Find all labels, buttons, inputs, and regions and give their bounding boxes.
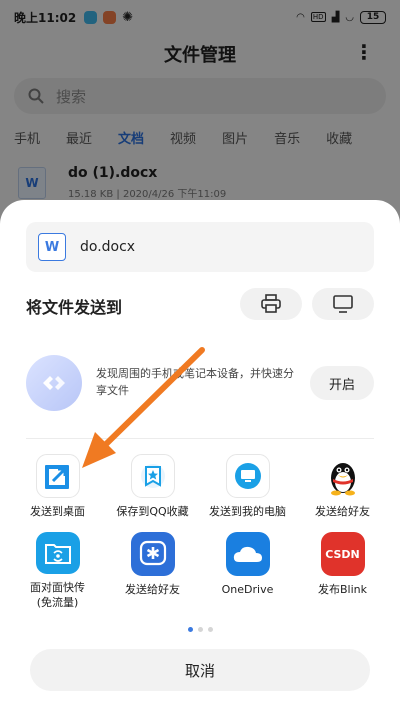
page-dot <box>207 627 213 632</box>
word-doc-icon: W <box>38 233 66 261</box>
nearby-share-row: 发现周围的手机或笔记本设备，并快速分享文件 开启 <box>26 355 374 411</box>
share-target-label: 发送到我的电脑 <box>209 505 286 518</box>
face-to-face-transfer-icon <box>35 532 80 574</box>
share-targets-grid: 发送到桌面 保存到QQ收藏 发送到我的电脑 发送给好友 面对面快传 (免流量) … <box>10 454 390 610</box>
share-targets-row: 发送到桌面 保存到QQ收藏 发送到我的电脑 发送给好友 <box>10 454 390 532</box>
share-target-tim-friend[interactable]: 发送给好友 <box>105 532 200 610</box>
page-indicator <box>0 627 400 632</box>
share-target-send-to-desktop[interactable]: 发送到桌面 <box>10 454 105 532</box>
tim-icon <box>130 532 175 576</box>
share-target-qq-friend[interactable]: 发送给好友 <box>295 454 390 532</box>
share-target-label: 发送给好友 <box>315 505 370 518</box>
share-target-label: 发送到桌面 <box>30 505 85 518</box>
divider <box>26 438 374 439</box>
share-target-label: 保存到QQ收藏 <box>116 505 189 518</box>
share-targets-row: 面对面快传 (免流量) 发送给好友 OneDrive CSDN 发布Blink <box>10 532 390 610</box>
share-target-label: 发送给好友 <box>125 583 180 596</box>
share-sheet: W do.docx 将文件发送到 发现周围的手机或笔记本设备，并快速分享文件 开… <box>0 200 400 711</box>
page-dot <box>197 627 203 632</box>
shared-file-name: do.docx <box>80 239 136 255</box>
enable-nearby-button[interactable]: 开启 <box>310 366 374 400</box>
my-computer-icon <box>225 454 270 498</box>
share-target-face-to-face[interactable]: 面对面快传 (免流量) <box>10 532 105 610</box>
shared-file-card: W do.docx <box>26 222 374 272</box>
share-target-label: OneDrive <box>221 583 274 596</box>
share-target-label: 发布Blink <box>317 583 367 596</box>
qq-penguin-icon <box>321 454 365 498</box>
monitor-icon <box>333 295 353 313</box>
qq-favorites-icon <box>130 454 175 498</box>
csdn-logo-text: CSDN <box>325 547 360 561</box>
print-button[interactable] <box>240 288 302 320</box>
send-to-desktop-icon <box>35 454 80 498</box>
cast-to-screen-button[interactable] <box>312 288 374 320</box>
nearby-share-description: 发现周围的手机或笔记本设备，并快速分享文件 <box>96 367 294 397</box>
share-target-onedrive[interactable]: OneDrive <box>200 532 295 610</box>
nearby-share-icon <box>26 355 82 411</box>
send-to-title: 将文件发送到 <box>26 298 123 317</box>
page-dot <box>187 627 193 632</box>
share-target-my-computer[interactable]: 发送到我的电脑 <box>200 454 295 532</box>
share-target-label: 面对面快传 (免流量) <box>30 581 85 609</box>
csdn-icon: CSDN <box>320 532 365 576</box>
printer-icon <box>261 294 281 313</box>
onedrive-icon <box>225 532 270 576</box>
share-target-qq-favorites[interactable]: 保存到QQ收藏 <box>105 454 200 532</box>
share-target-csdn-blink[interactable]: CSDN 发布Blink <box>295 532 390 610</box>
cancel-button[interactable]: 取消 <box>30 649 370 691</box>
